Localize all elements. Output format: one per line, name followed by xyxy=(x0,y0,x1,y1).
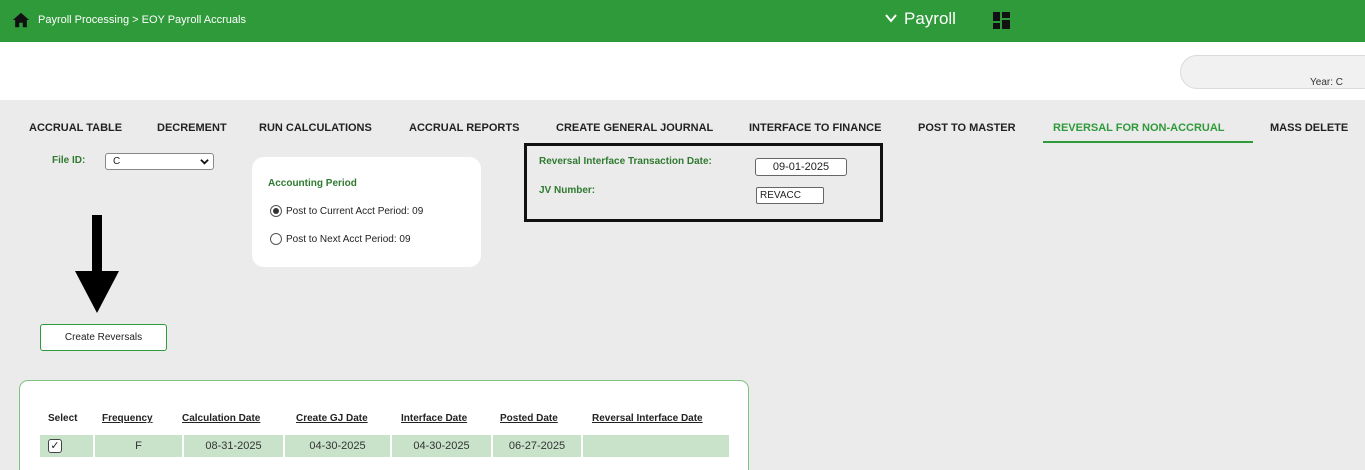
tab-accrual-reports[interactable]: ACCRUAL REPORTS xyxy=(409,122,519,134)
tab-create-general-journal[interactable]: CREATE GENERAL JOURNAL xyxy=(556,122,713,134)
create-reversals-button[interactable]: Create Reversals xyxy=(40,324,167,351)
table-cell-select: ✓ xyxy=(40,435,93,457)
file-id-label: File ID: xyxy=(52,155,86,166)
home-icon[interactable] xyxy=(12,11,30,29)
radio-current-period[interactable]: Post to Current Acct Period: 09 xyxy=(270,205,423,217)
radio-next-period[interactable]: Post to Next Acct Period: 09 xyxy=(270,233,411,245)
top-nav-bar: Payroll Processing > EOY Payroll Accrual… xyxy=(0,0,1365,42)
breadcrumb[interactable]: Payroll Processing > EOY Payroll Accrual… xyxy=(38,14,246,26)
tab-run-calculations[interactable]: RUN CALCULATIONS xyxy=(259,122,372,134)
tab-accrual-table[interactable]: ACCRUAL TABLE xyxy=(29,122,122,134)
grid-menu-icon[interactable] xyxy=(993,12,1010,29)
column-header-posted-date[interactable]: Posted Date xyxy=(500,413,558,424)
chevron-down-icon[interactable] xyxy=(884,11,898,25)
table-cell-posted-date: 06-27-2025 xyxy=(493,435,581,457)
year-label[interactable]: Year: C xyxy=(1310,77,1343,88)
file-id-value: C xyxy=(113,156,121,167)
row-select-checkbox[interactable]: ✓ xyxy=(48,439,62,453)
accrual-table-card: Select Frequency Calculation Date Create… xyxy=(19,380,749,470)
radio-label: Post to Current Acct Period: 09 xyxy=(286,205,424,217)
jv-number-input[interactable]: REVACC xyxy=(756,187,824,204)
tab-mass-delete[interactable]: MASS DELETE xyxy=(1270,122,1348,134)
table-cell-interface-date: 04-30-2025 xyxy=(392,435,491,457)
tab-interface-to-finance[interactable]: INTERFACE TO FINANCE xyxy=(749,122,881,134)
file-id-select[interactable]: C xyxy=(105,153,214,170)
jv-number-label: JV Number: xyxy=(539,185,596,196)
column-header-interface-date[interactable]: Interface Date xyxy=(401,413,467,424)
table-cell-calculation-date: 08-31-2025 xyxy=(184,435,283,457)
column-header-select: Select xyxy=(48,413,78,424)
header-bar xyxy=(0,42,1365,100)
active-tab-indicator xyxy=(1043,141,1253,143)
reversal-fields-highlight: Reversal Interface Transaction Date: 09-… xyxy=(524,143,883,222)
radio-button[interactable] xyxy=(270,233,282,245)
reversal-date-label: Reversal Interface Transaction Date: xyxy=(539,156,712,167)
tab-decrement[interactable]: DECREMENT xyxy=(157,122,227,134)
column-header-calculation-date[interactable]: Calculation Date xyxy=(182,413,260,424)
tab-post-to-master[interactable]: POST TO MASTER xyxy=(918,122,1016,134)
radio-button-checked[interactable] xyxy=(270,205,282,217)
table-cell-create-gj-date: 04-30-2025 xyxy=(285,435,390,457)
accounting-period-card: Accounting Period Post to Current Acct P… xyxy=(252,157,481,267)
tab-reversal-for-non-accrual[interactable]: REVERSAL FOR NON-ACCRUAL xyxy=(1053,122,1225,134)
reversal-date-input[interactable]: 09-01-2025 xyxy=(755,158,847,176)
arrow-down-icon xyxy=(75,215,119,313)
app-title[interactable]: Payroll xyxy=(904,9,956,29)
column-header-create-gj-date[interactable]: Create GJ Date xyxy=(296,413,368,424)
table-cell-reversal-interface-date xyxy=(583,435,729,457)
radio-label: Post to Next Acct Period: 09 xyxy=(286,233,411,245)
accounting-period-title: Accounting Period xyxy=(268,178,357,189)
table-cell-frequency: F xyxy=(95,435,182,457)
column-header-frequency[interactable]: Frequency xyxy=(102,413,153,424)
chevron-down-icon xyxy=(200,159,209,165)
column-header-reversal-interface-date[interactable]: Reversal Interface Date xyxy=(592,413,703,424)
